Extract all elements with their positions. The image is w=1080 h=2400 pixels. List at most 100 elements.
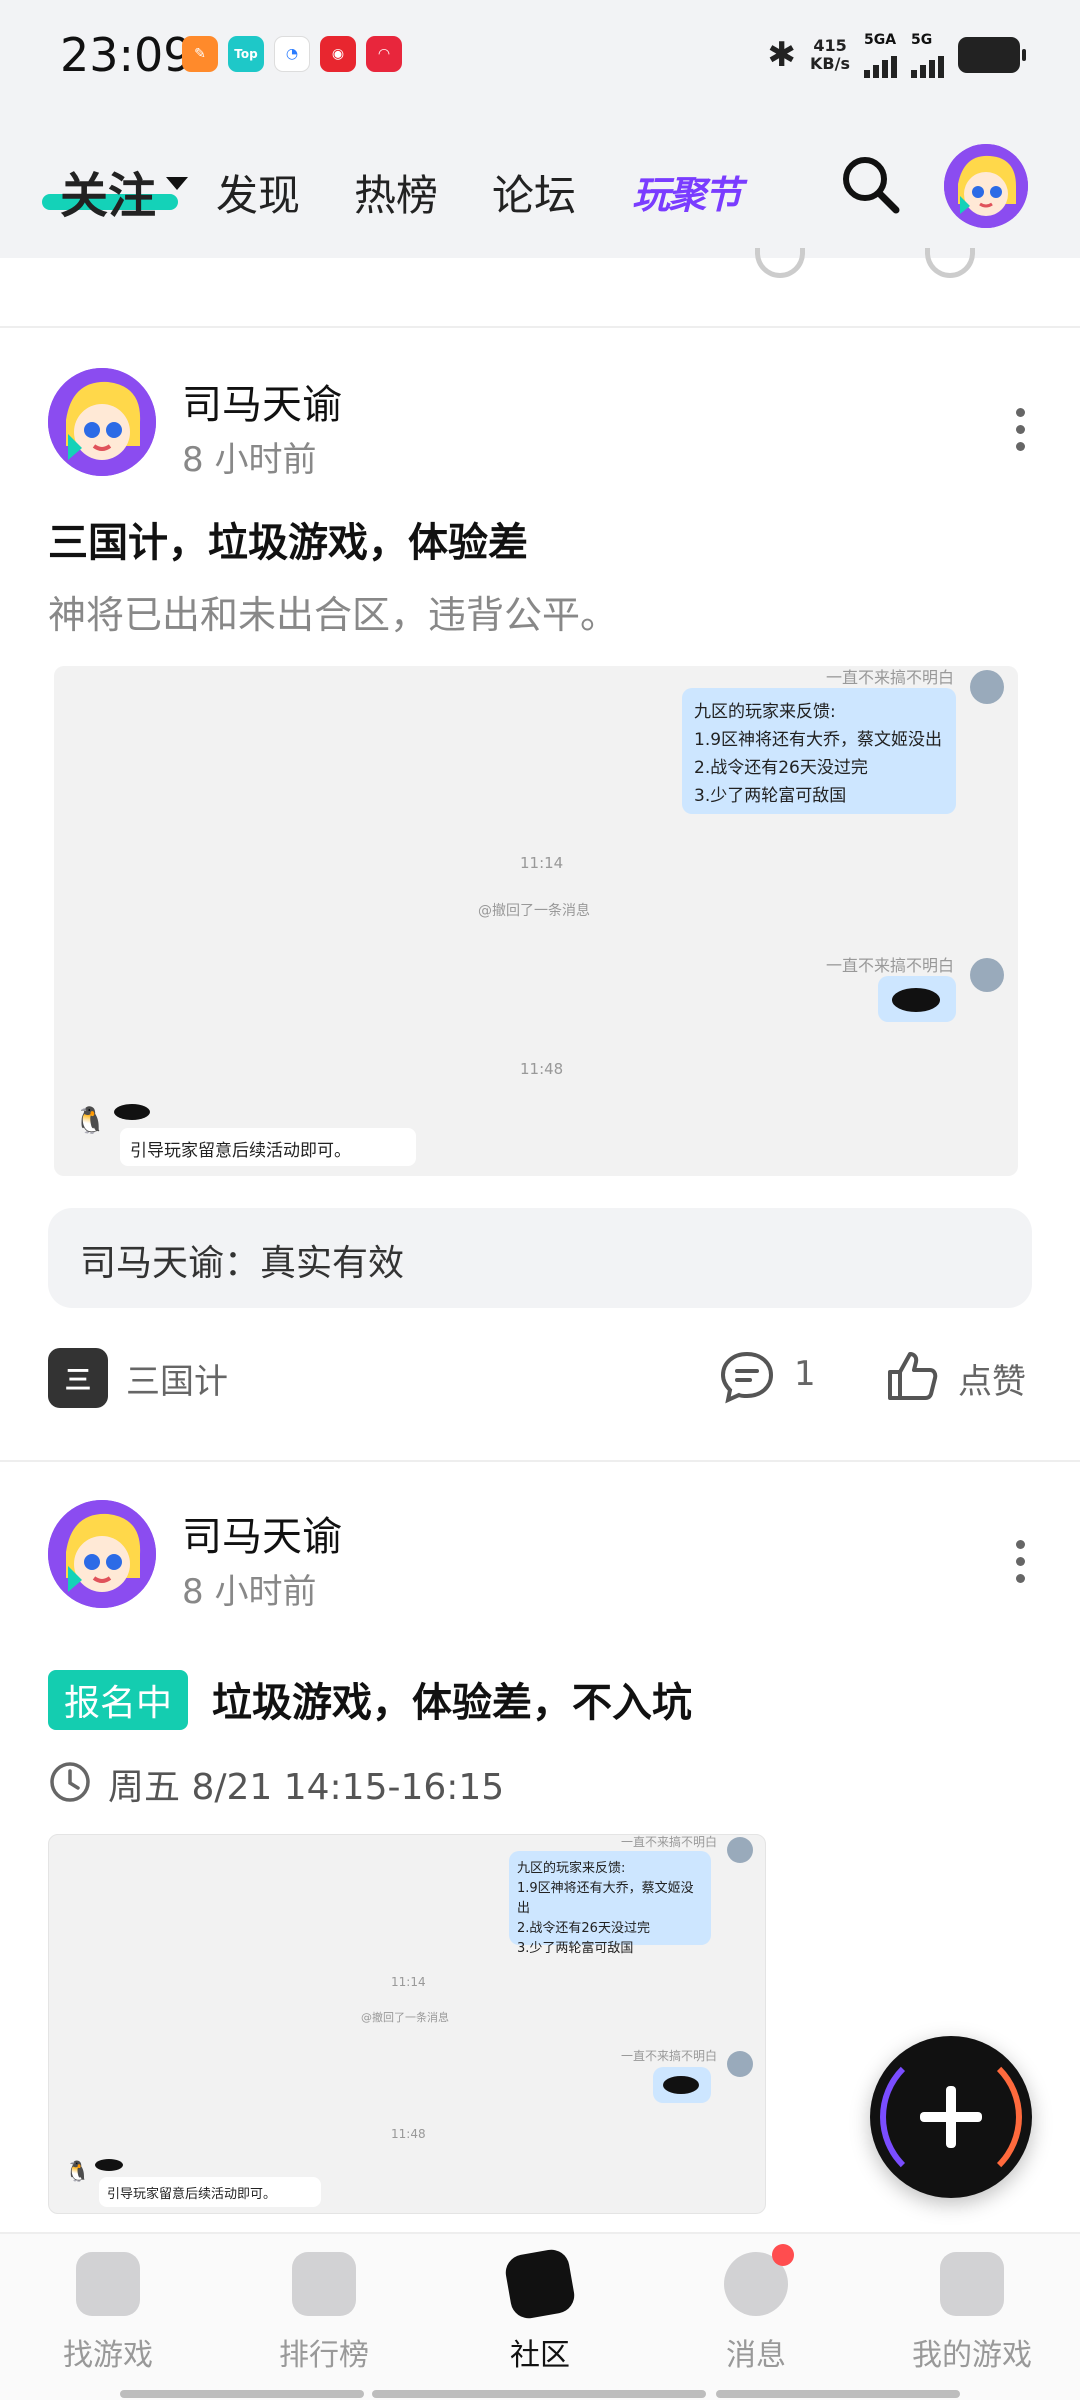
chat-sender-name: 一直不来搞不明白 <box>620 2049 717 2063</box>
chat-bubble: 九区的玩家来反馈: 1.9区神将还有大乔，蔡文姬没出 2.战令还有26天没过完 … <box>509 1851 711 1956</box>
author-name[interactable]: 司马天谕 <box>182 372 342 430</box>
bottom-nav: 找游戏 排行榜 社区 消息 我的游戏 <box>0 2232 1080 2400</box>
hammer-icon <box>76 2252 140 2316</box>
sim1-signal: 5GA <box>864 32 897 78</box>
circle-app-icon: ◔ <box>274 36 310 72</box>
like-icon-partial <box>925 248 975 278</box>
chat-timestamp: 11:14 <box>520 854 564 872</box>
post-body[interactable]: 神将已出和未出合区，违背公平。 <box>48 584 618 639</box>
chat-recall-notice: @撤回了一条消息 <box>361 2011 449 2024</box>
tab-forum[interactable]: 论坛 <box>492 162 576 223</box>
battery-icon <box>958 37 1026 73</box>
chat-bubble <box>878 976 956 1022</box>
thumbs-up-icon[interactable] <box>884 1348 940 1404</box>
cartoon-avatar-icon <box>48 1500 156 1608</box>
home-indicator <box>716 2390 960 2398</box>
chat-sender-name: 一直不来搞不明白 <box>825 956 954 975</box>
chat-sender-name: 一直不来搞不明白 <box>825 668 954 687</box>
chat-recall-notice: @撤回了一条消息 <box>478 903 590 919</box>
gamepad-icon <box>940 2252 1004 2316</box>
home-indicator <box>372 2390 706 2398</box>
qq-penguin-icon: 🐧 <box>65 2159 90 2183</box>
chat-timestamp: 11:14 <box>391 1975 426 1989</box>
notification-app-icons: ✎ Top ◔ ◉ ◠ <box>182 36 402 72</box>
comment-icon-partial <box>755 248 805 278</box>
netease-music-icon: ◉ <box>320 36 356 72</box>
bottom-tab-label: 社区 <box>510 2338 570 2373</box>
post-time: 8 小时前 <box>182 1572 317 1612</box>
orange-app-icon: ✎ <box>182 36 218 72</box>
chat-avatar <box>970 958 1004 992</box>
chat-timestamp: 11:48 <box>391 2127 426 2141</box>
post-time: 8 小时前 <box>182 440 317 480</box>
comment-count[interactable]: 1 <box>794 1354 816 1394</box>
signal-icon <box>864 48 897 78</box>
avatar[interactable] <box>48 368 156 476</box>
redaction-mark <box>892 988 940 1012</box>
tab-discover[interactable]: 发现 <box>216 162 300 223</box>
chevron-down-icon[interactable] <box>166 177 188 190</box>
bluetooth-icon: ✱ <box>767 35 797 75</box>
like-label[interactable]: 点赞 <box>958 1354 1026 1403</box>
top-app-icon: Top <box>228 36 264 72</box>
status-bar: 23:09 ✎ Top ◔ ◉ ◠ ✱ 415 KB/s 5GA 5G <box>0 0 1080 112</box>
net-speed: 415 KB/s <box>810 36 850 73</box>
chat-bubble-icon <box>724 2244 794 2316</box>
more-options-icon[interactable] <box>1016 408 1026 451</box>
unread-dot <box>772 2244 794 2266</box>
chat-bubble: 九区的玩家来反馈: 1.9区神将还有大乔，蔡文姬没出 2.战令还有26天没过完 … <box>682 688 956 814</box>
bottom-tab-messages[interactable]: 消息 <box>676 2244 836 2374</box>
status-badge: 报名中 <box>48 1670 189 1730</box>
status-indicators: ✱ 415 KB/s 5GA 5G <box>767 32 1026 78</box>
tab-hot[interactable]: 热榜 <box>354 162 438 223</box>
bottom-tab-label: 消息 <box>726 2338 786 2373</box>
cartoon-avatar-icon <box>48 368 156 476</box>
post-title[interactable]: 垃圾游戏，体验差，不入坑 <box>212 1670 692 1728</box>
search-icon[interactable] <box>838 152 902 216</box>
post-image[interactable]: 一直不来搞不明白 九区的玩家来反馈: 1.9区神将还有大乔，蔡文姬没出 2.战令… <box>48 1834 766 2214</box>
bottom-tab-find-games[interactable]: 找游戏 <box>28 2252 188 2374</box>
red-app-icon: ◠ <box>366 36 402 72</box>
tab-following[interactable]: 关注 <box>60 156 156 226</box>
redaction-mark <box>114 1104 150 1120</box>
game-name[interactable]: 三国计 <box>126 1354 228 1403</box>
bottom-tab-community[interactable]: 社区 <box>460 2246 620 2374</box>
author-name[interactable]: 司马天谕 <box>182 1504 342 1562</box>
previous-post-tail <box>0 248 1080 328</box>
avatar[interactable] <box>48 1500 156 1608</box>
clock: 23:09 <box>60 28 193 82</box>
more-options-icon[interactable] <box>1016 1540 1026 1583</box>
chat-avatar <box>970 670 1004 704</box>
sim2-signal: 5G <box>911 32 944 78</box>
post-image[interactable]: 一直不来搞不明白 九区的玩家来反馈: 1.9区神将还有大乔，蔡文姬没出 2.战令… <box>54 666 1018 1176</box>
post-title[interactable]: 三国计，垃圾游戏，体验差 <box>48 510 528 568</box>
create-post-button[interactable] <box>870 2036 1032 2198</box>
festival-banner[interactable]: 玩聚节 <box>632 164 742 219</box>
bottom-tab-label: 找游戏 <box>63 2338 153 2373</box>
chat-timestamp: 11:48 <box>520 1060 564 1078</box>
cartoon-avatar-icon <box>944 144 1028 228</box>
bottom-tab-label: 排行榜 <box>279 2338 369 2373</box>
qq-penguin-icon: 🐧 <box>74 1106 107 1136</box>
bottom-tab-label: 我的游戏 <box>912 2338 1032 2373</box>
user-avatar[interactable] <box>944 144 1028 228</box>
community-icon <box>502 2246 578 2322</box>
chat-message: 引导玩家留意后续活动即可。 <box>99 2177 321 2207</box>
home-indicator <box>120 2390 364 2398</box>
plus-icon <box>946 2086 956 2148</box>
game-icon[interactable]: 三 <box>48 1348 108 1408</box>
divider <box>0 1460 1080 1462</box>
chat-avatar <box>727 1837 753 1863</box>
top-nav: 关注 发现 热榜 论坛 玩聚节 <box>0 112 1080 258</box>
redaction-mark <box>95 2159 123 2171</box>
chat-avatar <box>727 2051 753 2077</box>
comment-preview[interactable]: 司马天谕：真实有效 <box>48 1208 1032 1308</box>
comment-icon[interactable] <box>718 1348 776 1406</box>
bottom-tab-my-games[interactable]: 我的游戏 <box>892 2252 1052 2374</box>
chat-sender-name: 一直不来搞不明白 <box>620 1835 717 1849</box>
clock-icon <box>50 1762 90 1802</box>
ranking-icon <box>292 2252 356 2316</box>
bottom-tab-rankings[interactable]: 排行榜 <box>244 2252 404 2374</box>
signal-icon <box>911 48 944 78</box>
chat-message: 引导玩家留意后续活动即可。 <box>120 1128 416 1166</box>
